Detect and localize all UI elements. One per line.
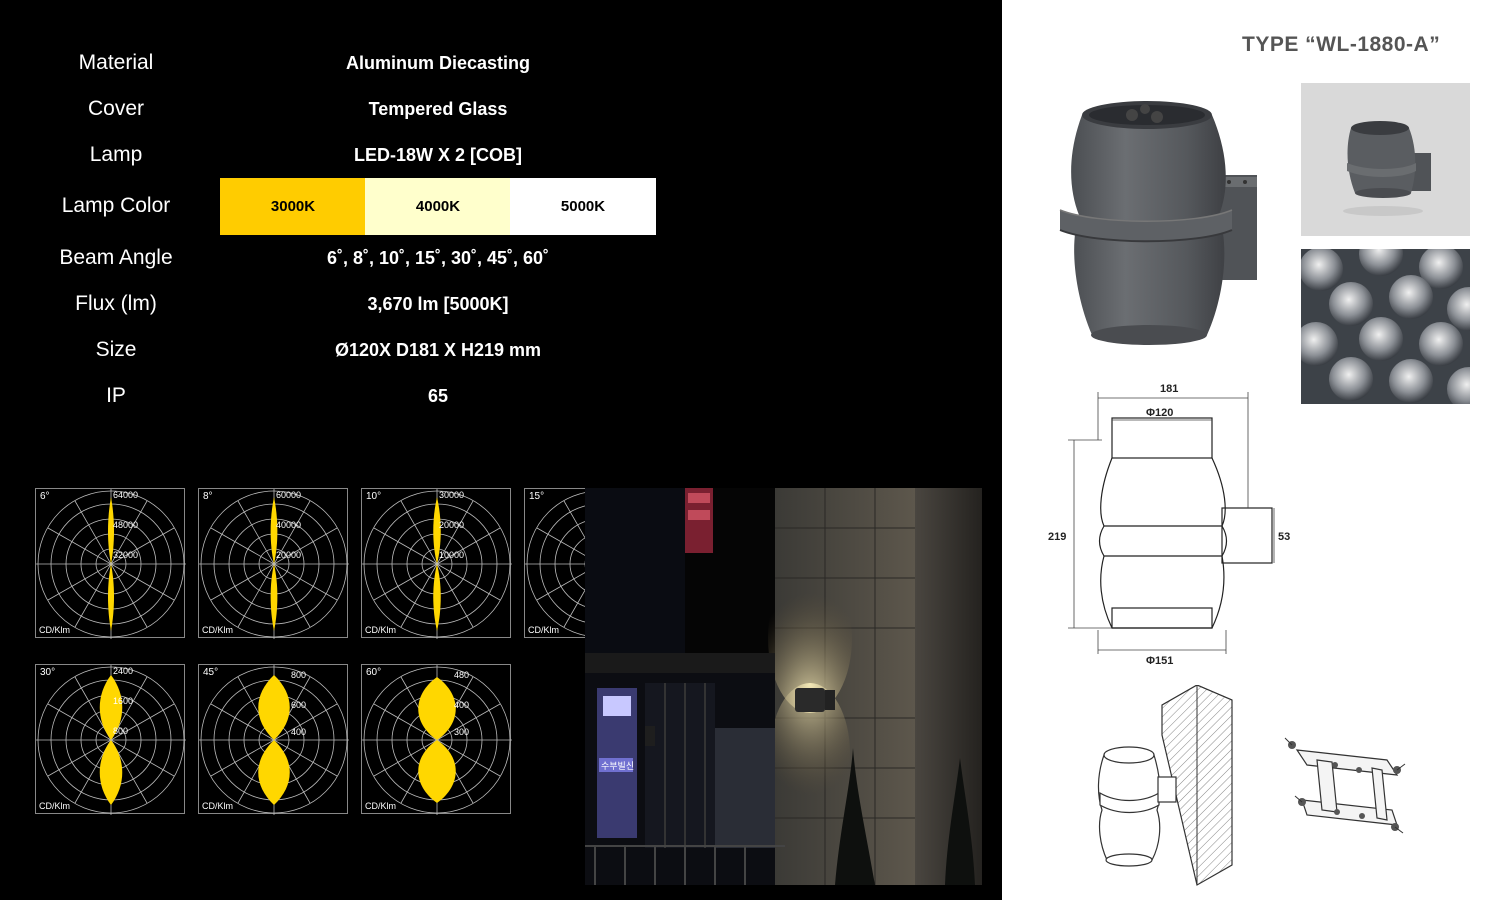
beam-lower xyxy=(108,564,114,631)
spec-label: IP xyxy=(106,384,126,407)
tick-label: 64000 xyxy=(113,490,139,500)
unit-label: CD/Klm xyxy=(39,625,70,635)
beam-lower xyxy=(433,564,441,631)
unit-label: CD/Klm xyxy=(365,801,396,811)
unit-label: CD/Klm xyxy=(39,801,70,811)
lens-closeup-thumbnail xyxy=(1301,249,1470,404)
color-swatch-3000k: 3000K xyxy=(220,178,366,235)
installation-photo: 수부빌신 xyxy=(585,488,982,885)
dim-height-label: 219 xyxy=(1048,531,1066,543)
dim-bottom-diameter-label: Φ151 xyxy=(1146,655,1173,667)
spec-value: Ø120X D181 X H219 mm xyxy=(334,340,542,360)
polar-chart-30: 30° 2400 1600 800 CD/Klm xyxy=(35,664,186,815)
tick-label: 48000 xyxy=(113,520,139,530)
tick-label: 20000 xyxy=(276,550,302,560)
tick-label: 2400 xyxy=(113,666,134,676)
beam-angle-label: 10° xyxy=(366,491,382,502)
tick-label: 32000 xyxy=(113,550,139,560)
tick-label: 400 xyxy=(291,727,307,737)
polar-diagram xyxy=(36,665,186,815)
tick-label: 10000 xyxy=(439,550,465,560)
tick-label: 60000 xyxy=(276,490,302,500)
tick-label: 400 xyxy=(454,700,470,710)
dim-bracket-label: 53 xyxy=(1278,531,1290,543)
polar-chart-6: 6° 64000 48000 32000 CD/Klm xyxy=(35,488,186,639)
mounting-bracket-drawing xyxy=(1284,737,1406,834)
beam-angle-label: 45° xyxy=(203,667,219,678)
spec-row-ip: IP 65 xyxy=(0,376,700,416)
tick-label: 800 xyxy=(291,670,307,680)
beam-lower xyxy=(270,564,278,631)
spec-row-lamp: Lamp LED-18W X 2 [COB] xyxy=(0,135,700,175)
beam-upper xyxy=(418,677,456,740)
dim-width-label: 181 xyxy=(1160,383,1178,395)
polar-diagram xyxy=(199,489,349,639)
spec-label: Material xyxy=(78,51,154,74)
dimension-drawing: 181 Φ120 219 53 Φ151 xyxy=(1048,383,1290,667)
fixture-on-wall xyxy=(795,688,825,712)
spec-value: 3,670 lm [5000K] xyxy=(367,294,509,314)
spec-row-cover: Cover Tempered Glass xyxy=(0,89,700,129)
tick-label: 800 xyxy=(113,726,129,736)
spec-row-beam-angle: Beam Angle 6˚, 8˚, 10˚, 15˚, 30˚, 45˚, 6… xyxy=(0,238,700,278)
beam-lower xyxy=(418,740,456,803)
unit-label: CD/Klm xyxy=(202,625,233,635)
spec-row-material: Material Aluminum Diecasting xyxy=(0,43,700,83)
color-swatch-4000k: 4000K xyxy=(365,178,511,235)
tick-label: 30000 xyxy=(439,490,465,500)
shop-sign-text: 수부빌신 xyxy=(601,761,634,772)
polar-chart-10: 10° 30000 20000 10000 CD/Klm xyxy=(361,488,512,639)
wall-mount-drawing xyxy=(1097,685,1233,886)
dim-top-diameter-label: Φ120 xyxy=(1146,407,1173,419)
unit-label: CD/Klm xyxy=(202,801,233,811)
polar-diagram xyxy=(36,489,186,639)
spec-label: Lamp xyxy=(89,143,143,166)
polar-chart-60: 60° 480 400 300 CD/Klm xyxy=(361,664,512,815)
spec-row-size: Size Ø120X D181 X H219 mm xyxy=(0,330,700,370)
spec-value: 65 xyxy=(427,386,449,406)
polar-chart-45: 45° 800 600 400 CD/Klm xyxy=(198,664,349,815)
beam-lower xyxy=(99,740,123,805)
color-swatch-5000k: 5000K xyxy=(510,178,656,235)
tick-label: 1600 xyxy=(113,696,134,706)
spec-value: LED-18W X 2 [COB] xyxy=(353,145,522,165)
spec-label: Beam Angle xyxy=(59,246,173,269)
unit-label: CD/Klm xyxy=(365,625,396,635)
tick-label: 480 xyxy=(454,670,470,680)
spec-panel: Material Aluminum Diecasting Cover Tempe… xyxy=(0,0,1002,900)
beam-angle-label: 15° xyxy=(529,491,545,502)
beam-angle-label: 6° xyxy=(40,491,50,502)
unit-label: CD/Klm xyxy=(528,625,559,635)
spec-label: Cover xyxy=(87,97,145,120)
beam-angle-label: 60° xyxy=(366,667,382,678)
polar-diagram xyxy=(199,665,349,815)
beam-angle-label: 8° xyxy=(203,491,213,502)
polar-diagram xyxy=(362,489,512,639)
product-panel: TYPE “WL-1880-A” 181 Φ120 219 53 Φ151 xyxy=(1002,0,1500,900)
spec-row-flux: Flux (lm) 3,670 lm [5000K] xyxy=(0,284,700,324)
tick-label: 600 xyxy=(291,700,307,710)
spec-value: Tempered Glass xyxy=(368,99,508,119)
product-thumbnail xyxy=(1301,83,1470,236)
tick-label: 300 xyxy=(454,727,470,737)
tick-label: 40000 xyxy=(276,520,302,530)
spec-value: Aluminum Diecasting xyxy=(345,53,531,73)
spec-label: Size xyxy=(95,338,137,361)
tick-label: 20000 xyxy=(439,520,465,530)
spec-label: Flux (lm) xyxy=(75,292,157,315)
spec-label: Lamp Color xyxy=(61,194,171,217)
spec-value: 6˚, 8˚, 10˚, 15˚, 30˚, 45˚, 60˚ xyxy=(326,248,550,268)
product-render xyxy=(1059,101,1257,345)
beam-angle-label: 30° xyxy=(40,667,56,678)
product-type-title: TYPE “WL-1880-A” xyxy=(1242,33,1441,56)
polar-diagram xyxy=(362,665,512,815)
polar-chart-8: 8° 60000 40000 20000 CD/Klm xyxy=(198,488,349,639)
